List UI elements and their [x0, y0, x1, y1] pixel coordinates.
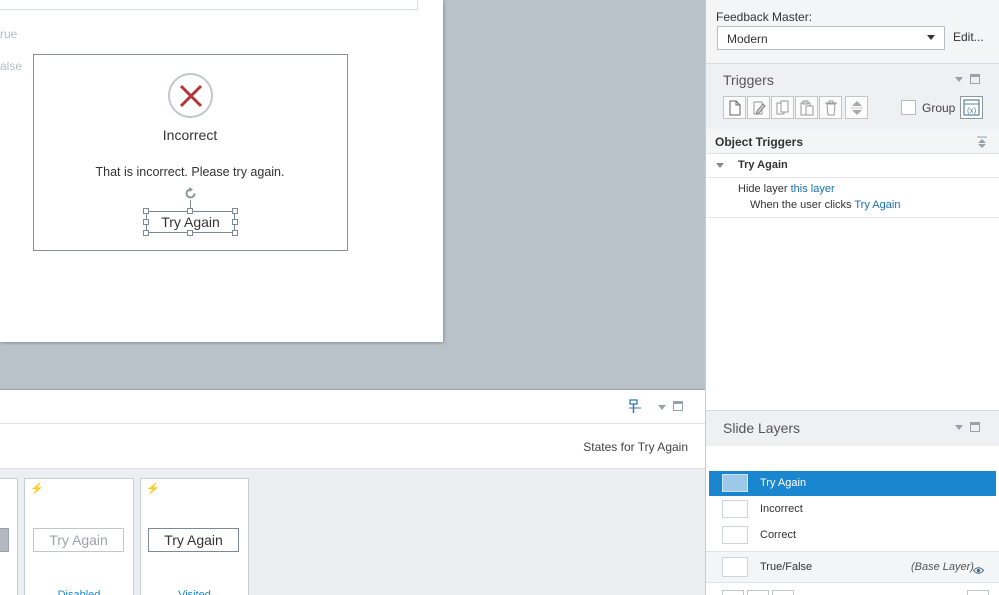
layer-row-try-again[interactable]: [709, 471, 996, 496]
triggers-title: Triggers: [723, 72, 774, 88]
state-button-preview: Try Again: [148, 528, 239, 552]
chevron-down-icon[interactable]: [927, 35, 935, 40]
base-layer-tag: (Base Layer): [911, 561, 974, 573]
trigger-when-prefix: When the: [750, 199, 798, 211]
state-button-preview: Try Again: [33, 528, 124, 552]
layer-row-incorrect[interactable]: [709, 497, 996, 523]
resize-handle[interactable]: [232, 219, 238, 225]
restore-panel-icon[interactable]: [970, 74, 980, 84]
feedback-master-edit-button[interactable]: Edit...: [953, 30, 984, 44]
feedback-master-select[interactable]: Modern: [717, 26, 945, 50]
chevron-down-icon[interactable]: [955, 77, 963, 82]
layers-toolbar-button[interactable]: [967, 590, 989, 595]
layer-row-correct[interactable]: [709, 523, 996, 549]
resize-handle[interactable]: [143, 230, 149, 236]
trigger-action-target-link[interactable]: this layer: [791, 183, 835, 195]
svg-text:(x): (x): [967, 106, 977, 115]
feedback-master-label: Feedback Master:: [716, 10, 813, 24]
chevron-down-icon[interactable]: [955, 425, 963, 430]
resize-handle[interactable]: [232, 208, 238, 214]
layer-name[interactable]: Correct: [760, 529, 796, 541]
copy-trigger-button[interactable]: [771, 96, 794, 119]
chevron-down-icon[interactable]: [716, 163, 724, 168]
delete-trigger-icon: [825, 100, 837, 116]
object-triggers-label: Object Triggers: [715, 135, 804, 149]
collapse-all-icon[interactable]: [977, 136, 987, 154]
state-name-visited[interactable]: Visited: [140, 589, 249, 595]
x-mark-icon[interactable]: [168, 73, 213, 118]
resize-handle[interactable]: [143, 208, 149, 214]
resize-handle[interactable]: [187, 208, 193, 214]
move-trigger-icon: [851, 101, 863, 115]
answer-option-true: rue: [0, 27, 18, 41]
copy-trigger-icon: [776, 100, 789, 115]
layer-name[interactable]: Try Again: [760, 477, 806, 489]
trigger-object-name: Try Again: [738, 159, 788, 171]
chevron-down-icon[interactable]: [658, 405, 666, 410]
layer-thumbnail: [722, 557, 748, 577]
variables-button[interactable]: (x): [960, 96, 983, 119]
lightning-icon: ⚡: [30, 483, 44, 495]
layer-thumbnail: [722, 500, 748, 518]
trigger-when-verb[interactable]: clicks: [825, 199, 852, 211]
layer-thumbnail: [722, 526, 748, 544]
resize-handle[interactable]: [232, 230, 238, 236]
base-layer-name[interactable]: True/False: [760, 561, 812, 573]
state-name-disabled[interactable]: Disabled: [24, 589, 134, 595]
restore-panel-icon[interactable]: [970, 422, 980, 432]
resize-handle[interactable]: [187, 230, 193, 236]
rotate-handle-icon[interactable]: [184, 187, 197, 200]
feedback-title[interactable]: Incorrect: [100, 127, 280, 143]
eye-icon[interactable]: [972, 562, 985, 580]
divider: [706, 217, 999, 218]
trigger-when-user[interactable]: user: [800, 199, 821, 211]
trigger-condition-line[interactable]: When the user clicks Try Again: [750, 199, 900, 211]
layers-toolbar-button[interactable]: [772, 590, 794, 595]
paste-trigger-icon: [800, 100, 814, 116]
layer-thumbnail: [722, 474, 748, 492]
resize-handle[interactable]: [143, 219, 149, 225]
edit-trigger-icon: [753, 101, 766, 115]
restore-panel-icon[interactable]: [673, 401, 683, 411]
states-for-label: States for Try Again: [583, 440, 688, 454]
group-label: Group: [922, 101, 956, 115]
layer-name[interactable]: Incorrect: [760, 503, 803, 515]
layers-toolbar-button[interactable]: [747, 590, 769, 595]
delete-trigger-button[interactable]: [819, 96, 842, 119]
slide-layers-title: Slide Layers: [723, 420, 801, 436]
trigger-when-object-link[interactable]: Try Again: [854, 199, 900, 211]
trigger-action-line[interactable]: Hide layer this layer: [738, 183, 835, 195]
new-trigger-icon: [729, 100, 741, 116]
new-trigger-button[interactable]: [723, 96, 746, 119]
variables-icon: (x): [963, 99, 980, 116]
trigger-action-verb: Hide layer: [738, 183, 788, 195]
answer-option-false: alse: [0, 59, 23, 73]
slide-top-object[interactable]: [0, 0, 418, 10]
feedback-message[interactable]: That is incorrect. Please try again.: [70, 165, 310, 179]
group-checkbox[interactable]: [901, 100, 916, 115]
states-toolbar: [0, 390, 705, 424]
edit-trigger-button[interactable]: [747, 96, 770, 119]
lightning-icon: ⚡: [146, 483, 160, 495]
format-painter-icon[interactable]: [628, 399, 642, 419]
layers-toolbar-button[interactable]: [722, 590, 744, 595]
move-trigger-button[interactable]: [845, 96, 868, 119]
state-button-preview: [0, 528, 9, 552]
paste-trigger-button[interactable]: [795, 96, 818, 119]
